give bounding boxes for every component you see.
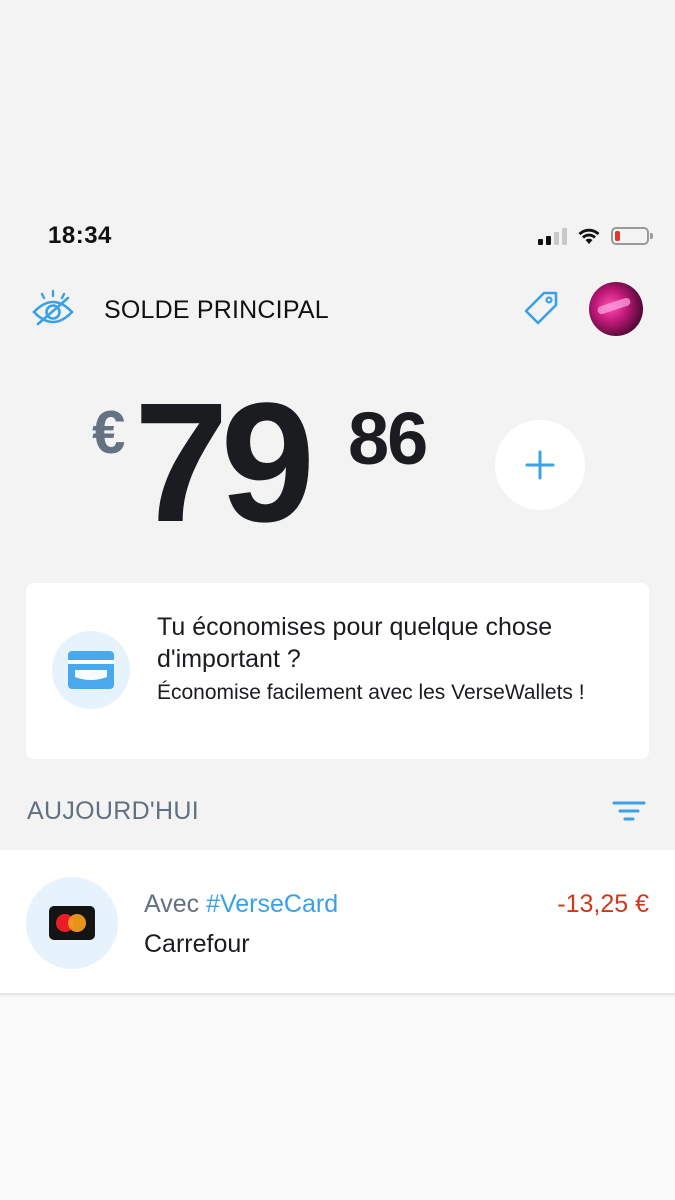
status-icons <box>538 224 653 248</box>
section-title: AUJOURD'HUI <box>27 797 199 825</box>
transaction-row[interactable]: Avec #VerseCard Carrefour -13,25 € <box>0 850 675 995</box>
mastercard-icon <box>49 906 95 940</box>
transaction-source: Avec #VerseCard <box>144 890 338 919</box>
transaction-source-tag: #VerseCard <box>206 890 339 918</box>
avatar[interactable] <box>589 282 643 336</box>
transaction-merchant: Carrefour <box>144 930 250 958</box>
promo-card[interactable]: Tu économises pour quelque chose d'impor… <box>26 583 649 759</box>
signal-icon <box>538 227 567 245</box>
empty-area <box>0 997 675 1200</box>
transaction-amount: -13,25 € <box>557 890 649 918</box>
tag-icon[interactable] <box>518 288 562 328</box>
wallet-card-icon <box>68 651 114 689</box>
app-screen: 18:34 SOLDE PRINCIPAL € 79 86 Tu économi… <box>0 200 675 1200</box>
status-time: 18:34 <box>48 222 112 249</box>
top-margin <box>0 0 675 200</box>
promo-icon-circle <box>52 631 130 709</box>
balance-currency: € <box>92 399 126 466</box>
add-money-button[interactable] <box>495 420 585 510</box>
transaction-source-prefix: Avec <box>144 890 207 918</box>
filter-icon[interactable] <box>611 798 647 826</box>
balance-integer: 79 <box>134 368 315 558</box>
transaction-icon-circle <box>26 877 118 969</box>
page-title: SOLDE PRINCIPAL <box>104 296 329 324</box>
wifi-icon <box>578 228 600 244</box>
balance-decimals: 86 <box>348 397 428 480</box>
battery-icon <box>611 227 653 245</box>
plus-icon <box>525 450 555 480</box>
promo-subtitle: Économise facilement avec les VerseWalle… <box>157 681 585 704</box>
promo-title: Tu économises pour quelque chose d'impor… <box>157 613 553 673</box>
eye-slash-icon[interactable] <box>30 288 76 328</box>
